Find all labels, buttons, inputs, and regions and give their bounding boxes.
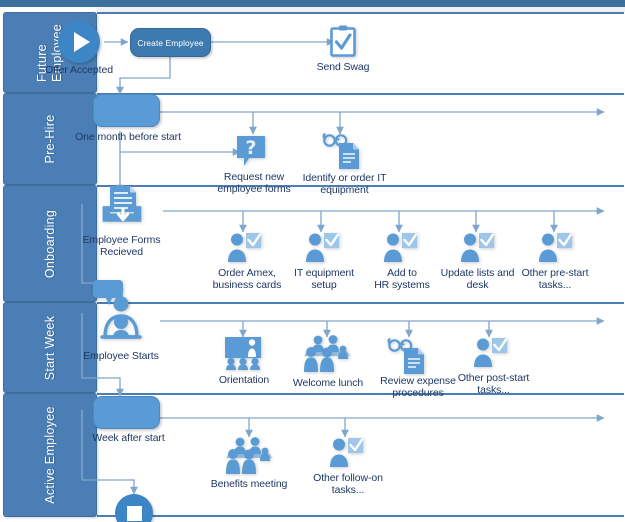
label-line-1: Other pre-start	[521, 267, 589, 279]
person-check-icon	[228, 233, 262, 262]
stop-circle-icon	[126, 505, 142, 521]
label-line-1: Order Amex,	[218, 267, 276, 279]
node-it-equipment-setup[interactable]	[304, 232, 340, 264]
group-people-icon	[226, 437, 272, 474]
lane-label-start-week: Start Week	[43, 315, 57, 380]
label-line-2: business cards	[212, 279, 282, 291]
label-create-employee: Create Employee	[137, 37, 204, 48]
label-order-amex-business-cards: Order Amex, business cards	[204, 267, 290, 291]
label-other-post-start-tasks: Other post-start tasks...	[446, 372, 541, 396]
person-check-icon	[306, 233, 340, 262]
person-check-icon	[384, 233, 418, 262]
label-week-after-start: Week after start	[92, 432, 165, 444]
label-line-1: Other follow-on	[313, 472, 383, 484]
lane-header-start-week[interactable]: Start Week	[3, 302, 97, 393]
node-other-follow-on-tasks[interactable]	[328, 437, 364, 469]
label-send-swag: Send Swag	[316, 61, 370, 73]
node-one-month-before-start[interactable]	[93, 94, 160, 127]
node-other-pre-start-tasks[interactable]	[537, 232, 573, 264]
person-check-icon	[474, 338, 508, 367]
label-orientation: Orientation	[218, 374, 270, 386]
label-line-1: Request new	[223, 171, 285, 183]
node-welcome-lunch[interactable]	[301, 335, 353, 373]
node-send-swag[interactable]	[326, 24, 360, 58]
label-line-1: Identify or order IT	[302, 172, 387, 184]
question-bubble-icon: ?	[237, 136, 265, 166]
label-line-1: Other post-start	[457, 372, 530, 384]
presentation-icon	[225, 337, 261, 370]
node-week-after-start[interactable]	[93, 396, 160, 429]
label-employee-forms-recieved: Employee Forms Recieved	[75, 234, 168, 258]
node-add-to-hr-systems[interactable]	[382, 232, 418, 264]
label-line-2: tasks...	[538, 279, 572, 291]
label-benefits-meeting: Benefits meeting	[210, 478, 288, 490]
label-request-new-employee-forms: Request new employee forms	[208, 171, 300, 195]
label-welcome-lunch: Welcome lunch	[292, 377, 364, 389]
label-other-follow-on-tasks: Other follow-on tasks...	[302, 472, 394, 496]
label-identify-or-order-it-equipment: Identify or order IT equipment	[292, 172, 397, 196]
svg-text:?: ?	[245, 137, 256, 159]
person-desk-icon	[100, 296, 142, 339]
label-it-equipment-setup: IT equipment setup	[283, 267, 365, 291]
clipboard-check-icon	[330, 25, 356, 57]
top-accent-bar	[0, 0, 625, 7]
node-employee-starts[interactable]	[95, 296, 147, 342]
play-circle-icon	[73, 32, 90, 52]
label-line-1: Employee Forms	[82, 234, 161, 246]
group-people-icon	[304, 335, 350, 372]
label-line-2: setup	[311, 279, 337, 291]
lane-header-active-employee[interactable]: Active Employee	[3, 393, 97, 517]
node-benefits-meeting[interactable]	[223, 437, 275, 475]
person-check-icon	[539, 233, 573, 262]
person-check-icon	[330, 438, 364, 467]
label-employee-starts: Employee Starts	[83, 350, 159, 362]
lane-label-pre-hire: Pre-Hire	[43, 114, 57, 164]
glasses-document-icon	[322, 132, 359, 169]
label-line-2: employee forms	[217, 183, 291, 195]
node-identify-or-order-it-equipment[interactable]	[322, 132, 362, 172]
glasses-document-icon	[387, 337, 424, 374]
node-other-post-start-tasks[interactable]	[472, 337, 508, 369]
label-line-2: equipment	[320, 184, 369, 196]
label-line-1: IT equipment	[294, 267, 354, 279]
node-order-amex-business-cards[interactable]	[226, 232, 262, 264]
label-offer-accepted: Offer Accepted	[45, 64, 113, 76]
label-one-month-before-start: One month before start	[75, 131, 181, 143]
document-inbox-icon	[102, 186, 142, 222]
node-create-employee[interactable]: Create Employee	[130, 28, 211, 57]
label-line-2: tasks...	[331, 484, 365, 496]
node-request-new-employee-forms[interactable]: ?	[235, 134, 271, 170]
node-offer-accepted[interactable]	[58, 21, 100, 63]
lane-label-onboarding: Onboarding	[43, 209, 57, 278]
label-line-2: tasks...	[477, 384, 510, 396]
label-other-pre-start-tasks: Other pre-start tasks...	[510, 267, 600, 291]
person-check-icon	[461, 233, 495, 262]
swimlane-diagram: Future Employee Pre-Hire Onboarding Start…	[0, 0, 625, 522]
node-employee-forms-recieved[interactable]	[98, 185, 143, 230]
node-review-expense-procedures[interactable]	[387, 337, 427, 377]
lane-label-active-employee: Active Employee	[43, 406, 57, 504]
label-line-2: Recieved	[100, 246, 143, 258]
node-update-lists-and-desk[interactable]	[459, 232, 495, 264]
node-orientation[interactable]	[222, 337, 264, 370]
